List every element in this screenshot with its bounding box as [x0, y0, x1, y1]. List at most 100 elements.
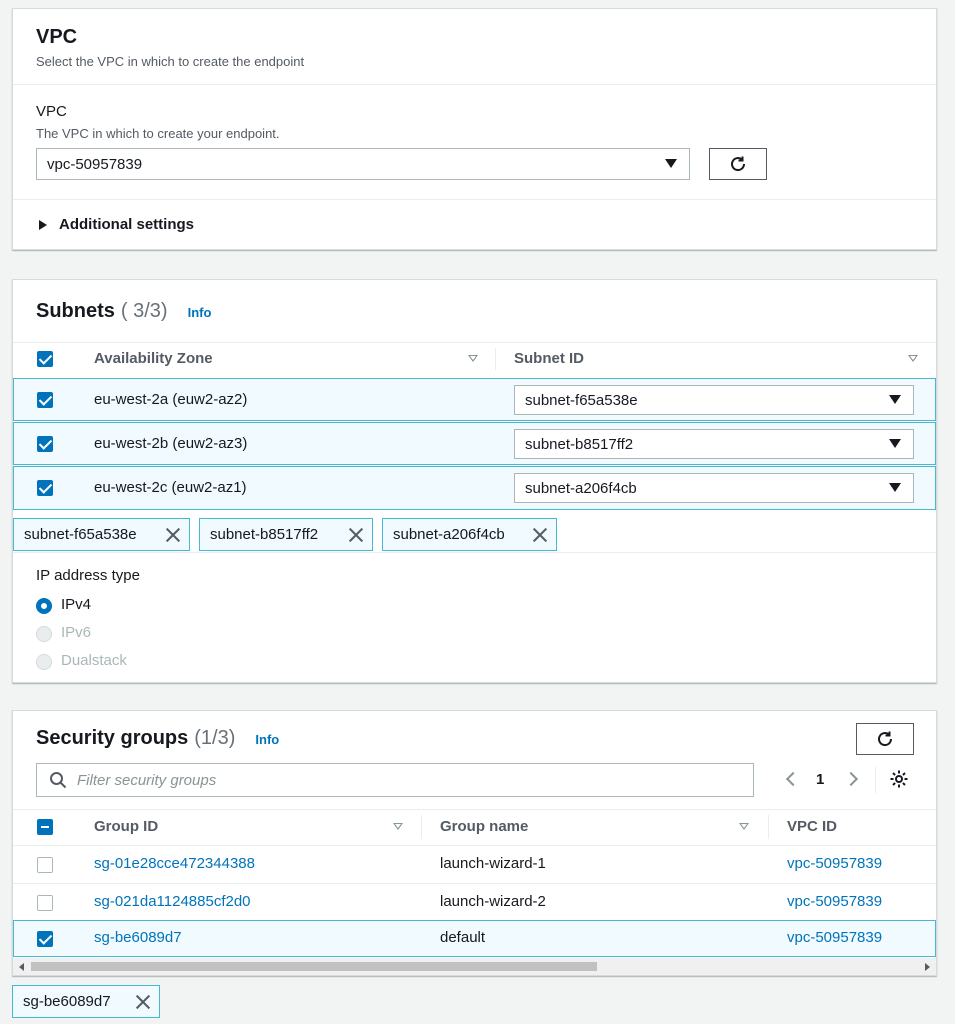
divider [13, 809, 936, 810]
row-checkbox[interactable] [37, 857, 53, 873]
row-checkbox[interactable] [37, 931, 53, 947]
chevron-left-icon[interactable] [785, 771, 801, 787]
column-header-availability-zone[interactable]: Availability Zone [94, 350, 213, 367]
vpc-field-label: VPC [36, 103, 67, 120]
subnet-token: subnet-a206f4cb [382, 518, 557, 551]
vpc-id-link[interactable]: vpc-50957839 [787, 855, 882, 872]
subnet-select-value: subnet-f65a538e [525, 391, 638, 409]
page-number[interactable]: 1 [816, 771, 824, 788]
scrollbar-thumb[interactable] [31, 962, 597, 971]
vpc-id-link[interactable]: vpc-50957839 [787, 929, 882, 946]
subnets-info-link[interactable]: Info [188, 305, 212, 320]
group-id-link[interactable]: sg-01e28cce472344388 [94, 855, 255, 872]
vpc-id-link[interactable]: vpc-50957839 [787, 893, 882, 910]
vpc-select[interactable]: vpc-50957839 [36, 148, 690, 180]
security-group-token: sg-be6089d7 [12, 985, 160, 1018]
sort-icon[interactable] [908, 355, 918, 362]
sort-icon[interactable] [739, 823, 749, 830]
vpc-field-description: The VPC in which to create your endpoint… [36, 126, 280, 141]
search-icon [50, 772, 67, 789]
row-checkbox[interactable] [37, 436, 53, 452]
caret-right-icon [39, 219, 47, 230]
security-groups-title: Security groups [36, 727, 189, 749]
gear-icon[interactable] [889, 769, 909, 789]
vpc-panel-description: Select the VPC in which to create the en… [36, 54, 305, 69]
dualstack-radio [36, 654, 52, 670]
subnets-header: Subnets ( 3/3) Info [36, 300, 211, 323]
sort-icon[interactable] [393, 823, 403, 830]
subnet-select[interactable]: subnet-b8517ff2 [514, 429, 914, 459]
column-header-group-id[interactable]: Group ID [94, 818, 158, 835]
vpc-panel-title: VPC [36, 26, 78, 48]
divider [13, 552, 936, 553]
table-row[interactable]: sg-01e28cce472344388 launch-wizard-1 vpc… [13, 846, 936, 883]
column-header-subnet-id[interactable]: Subnet ID [514, 350, 584, 367]
filter-security-groups-input[interactable]: Filter security groups [36, 763, 754, 797]
sort-icon[interactable] [468, 355, 478, 362]
ipv6-label: IPv6 [61, 624, 92, 641]
additional-settings-label: Additional settings [59, 216, 194, 233]
group-name-cell: default [440, 929, 486, 946]
scroll-right-icon[interactable] [922, 962, 932, 972]
security-groups-panel: Security groups (1/3) Info Filter securi… [12, 710, 937, 976]
subnet-token: subnet-f65a538e [13, 518, 190, 551]
row-checkbox[interactable] [37, 480, 53, 496]
caret-down-icon [889, 395, 901, 404]
table-row[interactable]: eu-west-2b (euw2-az3) subnet-b8517ff2 [13, 422, 936, 465]
table-row[interactable]: eu-west-2a (euw2-az2) subnet-f65a538e [13, 378, 936, 421]
subnet-select[interactable]: subnet-a206f4cb [514, 473, 914, 503]
divider [13, 199, 936, 200]
ipv6-radio [36, 626, 52, 642]
table-row[interactable]: eu-west-2c (euw2-az1) subnet-a206f4cb [13, 466, 936, 510]
horizontal-scrollbar[interactable] [13, 958, 936, 975]
table-row[interactable]: sg-be6089d7 default vpc-50957839 [13, 920, 936, 957]
caret-down-icon [665, 159, 677, 168]
chevron-right-icon[interactable] [843, 771, 859, 787]
column-divider [768, 815, 769, 839]
token-label: subnet-b8517ff2 [210, 526, 319, 543]
vpc-refresh-button[interactable] [709, 148, 767, 180]
table-row[interactable]: sg-021da1124885cf2d0 launch-wizard-2 vpc… [13, 884, 936, 920]
close-icon[interactable] [135, 994, 151, 1010]
group-id-link[interactable]: sg-be6089d7 [94, 929, 182, 946]
security-groups-info-link[interactable]: Info [255, 732, 279, 747]
group-id-link[interactable]: sg-021da1124885cf2d0 [94, 893, 251, 910]
close-icon[interactable] [348, 527, 364, 543]
caret-down-icon [889, 483, 901, 492]
select-all-security-groups-checkbox[interactable] [37, 819, 53, 835]
subnet-select-value: subnet-a206f4cb [525, 479, 637, 497]
column-divider [421, 815, 422, 839]
token-label: sg-be6089d7 [23, 993, 111, 1010]
availability-zone-cell: eu-west-2b (euw2-az3) [94, 435, 248, 452]
divider [13, 84, 936, 85]
subnets-count: ( 3/3) [120, 300, 168, 322]
group-name-cell: launch-wizard-2 [440, 893, 546, 910]
subnet-token: subnet-b8517ff2 [199, 518, 373, 551]
caret-down-icon [889, 439, 901, 448]
search-placeholder: Filter security groups [77, 771, 217, 789]
availability-zone-cell: eu-west-2c (euw2-az1) [94, 479, 247, 496]
ipv4-label: IPv4 [61, 596, 92, 613]
column-header-group-name[interactable]: Group name [440, 818, 528, 835]
column-header-vpc-id[interactable]: VPC ID [787, 818, 837, 835]
close-icon[interactable] [532, 527, 548, 543]
vpc-panel: VPC Select the VPC in which to create th… [12, 8, 937, 250]
divider [13, 342, 936, 343]
row-checkbox[interactable] [37, 392, 53, 408]
ipv4-radio[interactable] [36, 598, 52, 614]
refresh-icon [731, 156, 746, 172]
select-all-subnets-checkbox[interactable] [37, 351, 53, 367]
pagination-divider [875, 767, 876, 793]
close-icon[interactable] [165, 527, 181, 543]
token-label: subnet-f65a538e [24, 526, 137, 543]
security-groups-header: Security groups (1/3) Info [36, 727, 279, 750]
additional-settings-toggle[interactable]: Additional settings [38, 216, 194, 233]
vpc-select-value: vpc-50957839 [47, 155, 143, 173]
row-checkbox[interactable] [37, 895, 53, 911]
security-groups-refresh-button[interactable] [856, 723, 914, 755]
refresh-icon [878, 731, 893, 747]
ip-address-type-label: IP address type [36, 567, 140, 584]
scroll-left-icon[interactable] [17, 962, 27, 972]
subnet-select[interactable]: subnet-f65a538e [514, 385, 914, 415]
group-name-cell: launch-wizard-1 [440, 855, 546, 872]
